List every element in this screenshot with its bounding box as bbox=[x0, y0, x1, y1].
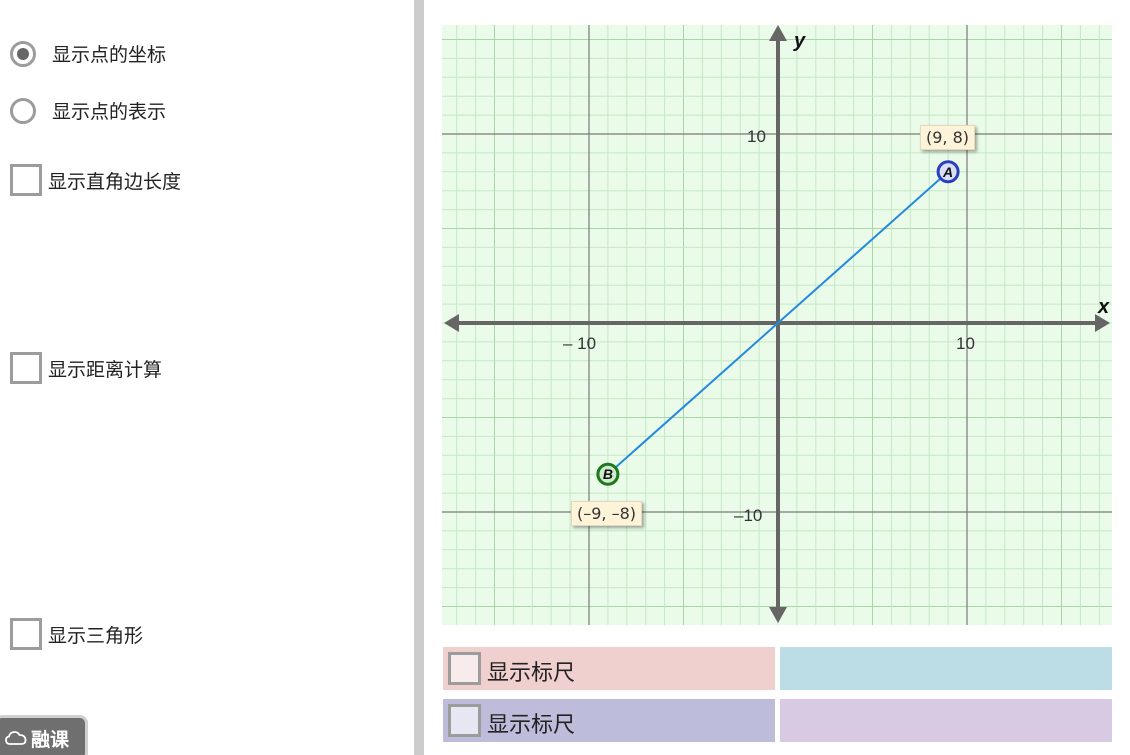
point-b-coordinate-label: (–9, –8) bbox=[571, 501, 643, 526]
cloud-icon bbox=[5, 731, 27, 745]
x-tick-label-10: 10 bbox=[956, 334, 975, 353]
panel-divider[interactable] bbox=[414, 0, 424, 755]
radio-label: 显示点的坐标 bbox=[52, 44, 167, 66]
checkbox-box[interactable] bbox=[10, 618, 42, 650]
brand-logo-badge[interactable]: 融课 bbox=[0, 715, 88, 755]
coordinate-plane: x y – 10 10 10 –10 A B bbox=[442, 25, 1112, 625]
app-root: 显示点的坐标 显示点的表示 显示直角边长度 显示距离计算 显示三角形 融课 x … bbox=[0, 0, 1130, 755]
ruler-display-2 bbox=[780, 699, 1112, 742]
checkbox-label: 显示三角形 bbox=[48, 624, 144, 647]
ruler-checkbox[interactable] bbox=[448, 704, 481, 737]
checkbox-show-distance-calculation[interactable]: 显示距离计算 bbox=[10, 352, 162, 384]
ruler-toggle-1[interactable]: 显示标尺 bbox=[443, 647, 775, 690]
radio-show-notation[interactable]: 显示点的表示 bbox=[10, 97, 166, 124]
point-a[interactable]: A bbox=[936, 160, 960, 184]
checkbox-show-leg-lengths[interactable]: 显示直角边长度 bbox=[10, 164, 181, 196]
point-b[interactable]: B bbox=[596, 462, 620, 486]
point-a-coordinate-label: (9, 8) bbox=[920, 125, 976, 150]
checkbox-box[interactable] bbox=[10, 352, 42, 384]
point-b-name: B bbox=[603, 466, 613, 482]
ruler-label: 显示标尺 bbox=[487, 713, 576, 738]
checkbox-label: 显示距离计算 bbox=[48, 358, 163, 381]
left-control-panel: 显示点的坐标 显示点的表示 显示直角边长度 显示距离计算 显示三角形 融课 bbox=[0, 0, 414, 755]
point-a-name: A bbox=[942, 164, 953, 180]
brand-text: 融课 bbox=[31, 728, 70, 751]
y-axis-label: y bbox=[793, 30, 806, 52]
ruler-display-1 bbox=[780, 647, 1112, 690]
ruler-label: 显示标尺 bbox=[487, 661, 576, 686]
ruler-toggle-2[interactable]: 显示标尺 bbox=[443, 699, 775, 742]
radio-indicator[interactable] bbox=[10, 40, 36, 67]
radio-label: 显示点的表示 bbox=[52, 101, 167, 123]
radio-indicator[interactable] bbox=[10, 97, 36, 124]
radio-show-coordinates[interactable]: 显示点的坐标 bbox=[10, 40, 166, 67]
checkbox-label: 显示直角边长度 bbox=[48, 170, 182, 193]
y-tick-label-10: 10 bbox=[747, 127, 766, 146]
ruler-checkbox[interactable] bbox=[448, 652, 481, 685]
x-axis-label: x bbox=[1097, 296, 1110, 318]
x-tick-label-neg10: – 10 bbox=[563, 334, 596, 353]
checkbox-box[interactable] bbox=[10, 164, 42, 196]
y-tick-label-neg10: –10 bbox=[734, 506, 762, 525]
checkbox-show-triangle[interactable]: 显示三角形 bbox=[10, 618, 143, 650]
